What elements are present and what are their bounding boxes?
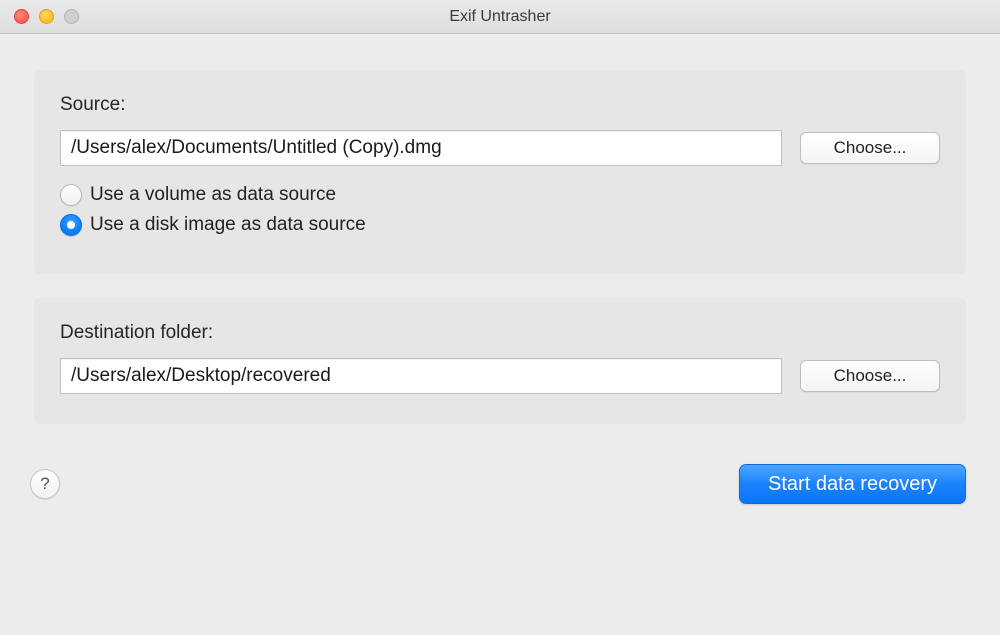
help-button[interactable]: ? <box>30 469 60 499</box>
radio-use-disk-image-label: Use a disk image as data source <box>90 214 366 236</box>
source-row: Choose... <box>60 130 940 166</box>
close-window-button[interactable] <box>14 9 29 24</box>
destination-label: Destination folder: <box>60 322 940 344</box>
source-type-radio-group: Use a volume as data source Use a disk i… <box>60 184 940 236</box>
help-icon: ? <box>40 474 49 494</box>
start-data-recovery-button[interactable]: Start data recovery <box>739 464 966 504</box>
choose-source-button[interactable]: Choose... <box>800 132 940 164</box>
destination-row: Choose... <box>60 358 940 394</box>
radio-use-volume[interactable]: Use a volume as data source <box>60 184 940 206</box>
destination-path-input[interactable] <box>60 358 782 394</box>
radio-use-disk-image[interactable]: Use a disk image as data source <box>60 214 940 236</box>
content-area: Source: Choose... Use a volume as data s… <box>0 34 1000 442</box>
destination-panel: Destination folder: Choose... <box>34 298 966 424</box>
titlebar: Exif Untrasher <box>0 0 1000 34</box>
footer: ? Start data recovery <box>0 442 1000 504</box>
radio-circle-checked-icon <box>60 214 82 236</box>
radio-dot-icon <box>67 221 75 229</box>
choose-destination-button[interactable]: Choose... <box>800 360 940 392</box>
source-panel: Source: Choose... Use a volume as data s… <box>34 70 966 274</box>
window-title: Exif Untrasher <box>0 8 1000 26</box>
minimize-window-button[interactable] <box>39 9 54 24</box>
traffic-lights <box>0 9 79 24</box>
source-path-input[interactable] <box>60 130 782 166</box>
radio-circle-icon <box>60 184 82 206</box>
source-label: Source: <box>60 94 940 116</box>
zoom-window-button[interactable] <box>64 9 79 24</box>
radio-use-volume-label: Use a volume as data source <box>90 184 336 206</box>
